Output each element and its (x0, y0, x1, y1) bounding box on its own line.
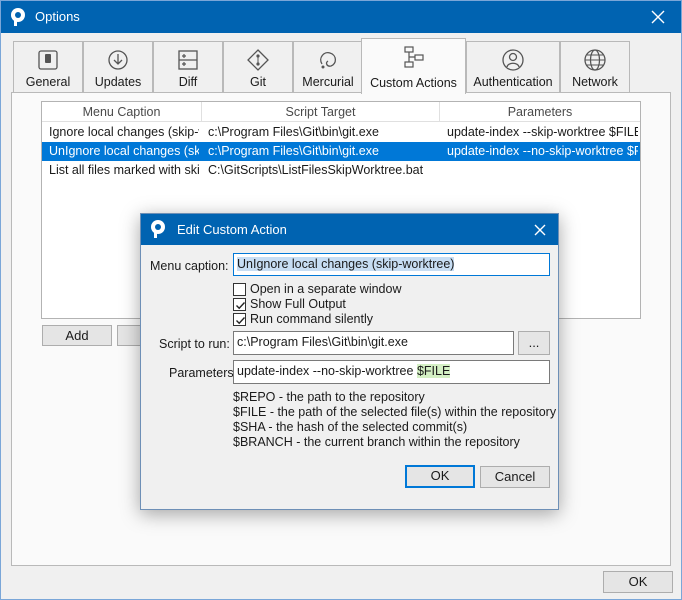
column-header-parameters[interactable]: Parameters (440, 102, 640, 122)
row-params: update-index --skip-worktree $FILE (447, 125, 638, 139)
close-icon[interactable] (528, 218, 552, 242)
column-header-script-target[interactable]: Script Target (202, 102, 440, 122)
hint-sha: $SHA - the hash of the selected commit(s… (233, 420, 468, 434)
dialog-cancel-button[interactable]: Cancel (480, 466, 550, 488)
table-row-selected[interactable]: UnIgnore local changes (skip-worktree) c… (42, 142, 640, 161)
tab-diff[interactable]: Diff (153, 41, 223, 93)
row-caption: UnIgnore local changes (skip-worktree) (49, 144, 199, 158)
tab-label: Mercurial (302, 75, 354, 89)
open-separate-window-checkbox[interactable] (233, 283, 246, 296)
tab-label: Network (572, 75, 618, 89)
menu-caption-input[interactable]: UnIgnore local changes (skip-worktree) (233, 253, 550, 276)
row-caption: Ignore local changes (skip-worktree) (49, 125, 199, 139)
menu-caption-value: UnIgnore local changes (skip-worktree) (237, 257, 455, 271)
script-to-run-label: Script to run: (159, 337, 230, 351)
window-title: Options (35, 9, 80, 24)
menu-caption-label: Menu caption: (150, 259, 229, 273)
download-icon (106, 48, 130, 72)
table-row[interactable]: List all files marked with skip-worktree… (42, 161, 640, 180)
tab-label: Authentication (473, 75, 553, 89)
row-target: C:\GitScripts\ListFilesSkipWorktree.bat (208, 163, 424, 177)
open-separate-window-label: Open in a separate window (250, 282, 402, 296)
show-full-output-label: Show Full Output (250, 297, 346, 311)
tab-mercurial[interactable]: Mercurial (293, 41, 363, 93)
tab-label: Git (250, 75, 266, 89)
parameters-value: update-index --no-skip-worktree (237, 364, 417, 378)
tab-label: Custom Actions (370, 76, 457, 90)
tab-updates[interactable]: Updates (83, 41, 153, 93)
parameters-input[interactable]: update-index --no-skip-worktree $FILE (233, 360, 550, 384)
globe-icon (583, 48, 607, 72)
parameters-variable-token: $FILE (416, 364, 451, 378)
dialog-title-bar: Edit Custom Action (141, 214, 558, 245)
script-path-input[interactable]: c:\Program Files\Git\bin\git.exe (233, 331, 514, 355)
tab-strip: General Updates Diff Git Mercurial Custo… (13, 38, 673, 94)
table-row[interactable]: Ignore local changes (skip-worktree) c:\… (42, 123, 640, 142)
hint-branch: $BRANCH - the current branch within the … (233, 435, 520, 449)
add-button[interactable]: Add (42, 325, 112, 346)
row-params: update-index --no-skip-worktree $FILE (447, 144, 638, 158)
row-caption: List all files marked with skip-worktree (49, 163, 199, 177)
parameters-label: Parameters (169, 366, 234, 380)
title-bar: Options (1, 1, 681, 33)
run-silently-checkbox[interactable] (233, 313, 246, 326)
options-ok-button[interactable]: OK (603, 571, 673, 593)
dialog-ok-button[interactable]: OK (405, 465, 475, 488)
app-logo-icon (9, 7, 29, 27)
browse-button[interactable]: ... (518, 331, 550, 355)
app-logo-icon (149, 219, 169, 239)
tab-label: General (25, 75, 71, 89)
tab-general[interactable]: General (13, 41, 83, 93)
run-silently-label: Run command silently (250, 312, 373, 326)
hint-file: $FILE - the path of the selected file(s)… (233, 405, 557, 419)
edit-custom-action-dialog: Edit Custom Action Menu caption: UnIgnor… (140, 213, 559, 510)
tab-custom-actions[interactable]: Custom Actions (361, 38, 466, 94)
show-full-output-checkbox[interactable] (233, 298, 246, 311)
flowchart-icon (402, 45, 426, 69)
dialog-title: Edit Custom Action (177, 222, 287, 237)
row-target: c:\Program Files\Git\bin\git.exe (208, 125, 379, 139)
toggle-icon (36, 48, 60, 72)
row-target: c:\Program Files\Git\bin\git.exe (208, 144, 379, 158)
tab-label: Diff (178, 75, 198, 89)
git-icon (246, 48, 270, 72)
tab-authentication[interactable]: Authentication (466, 41, 560, 93)
column-header-menu-caption[interactable]: Menu Caption (42, 102, 202, 122)
tab-git[interactable]: Git (223, 41, 293, 93)
close-icon[interactable] (635, 1, 681, 33)
row-params (447, 161, 638, 180)
user-icon (501, 48, 525, 72)
hint-repo: $REPO - the path to the repository (233, 390, 425, 404)
diff-icon (176, 48, 200, 72)
tab-network[interactable]: Network (560, 41, 630, 93)
tab-label: Updates (94, 75, 142, 89)
mercurial-icon (316, 48, 340, 72)
list-header: Menu Caption Script Target Parameters (42, 102, 640, 122)
